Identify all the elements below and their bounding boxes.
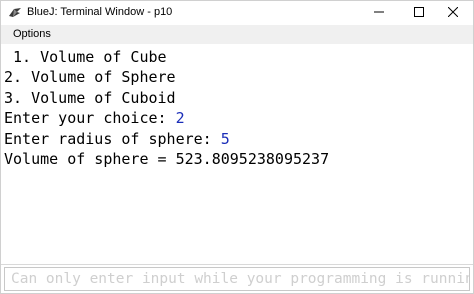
maximize-icon	[414, 4, 424, 22]
output-text: Enter radius of sphere:	[4, 130, 221, 148]
terminal-output: 1. Volume of Cube 2. Volume of Sphere 3.…	[1, 44, 473, 264]
bluej-bird-icon	[8, 6, 22, 20]
user-input-value: 2	[175, 109, 185, 127]
input-bar	[1, 264, 473, 293]
output-line: Volume of sphere = 523.8095238095237	[4, 149, 329, 169]
output-line: Enter radius of sphere: 5	[4, 129, 230, 149]
close-button[interactable]	[433, 1, 473, 25]
menu-options[interactable]: Options	[13, 28, 51, 40]
terminal-input-field[interactable]	[4, 267, 470, 291]
minimize-button[interactable]	[359, 1, 399, 25]
close-icon	[447, 4, 459, 22]
output-line: 1. Volume of Cube	[4, 47, 167, 67]
user-input-value: 5	[220, 130, 230, 148]
output-line: 3. Volume of Cuboid	[4, 88, 176, 108]
title-bar[interactable]: BlueJ: Terminal Window - p10	[1, 1, 473, 25]
menu-bar: Options	[1, 25, 473, 44]
window-title: BlueJ: Terminal Window - p10	[27, 6, 173, 18]
minimize-icon	[374, 4, 384, 22]
output-text: 3. Volume of Cuboid	[4, 89, 176, 107]
output-line: 2. Volume of Sphere	[4, 67, 176, 87]
output-text: Volume of sphere = 523.8095238095237	[4, 150, 330, 168]
terminal-window: BlueJ: Terminal Window - p10 Options 1. …	[0, 0, 474, 294]
output-text: 1. Volume of Cube	[4, 48, 167, 66]
output-text: Enter your choice:	[4, 109, 176, 127]
output-line: Enter your choice: 2	[4, 108, 185, 128]
output-text: 2. Volume of Sphere	[4, 68, 176, 86]
